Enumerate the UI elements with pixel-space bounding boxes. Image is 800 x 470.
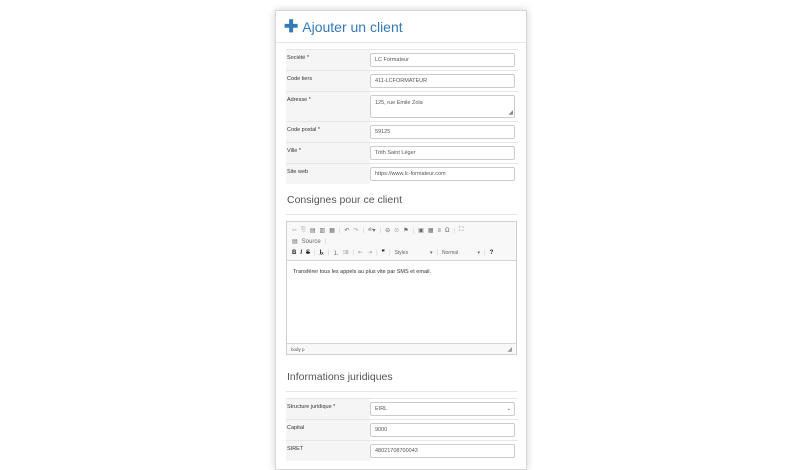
paste-text-icon[interactable]: ▥ xyxy=(320,227,326,234)
structure-label: Structure juridique * xyxy=(287,404,336,410)
form-row-ville: Ville * Trith Saint Léger xyxy=(286,142,518,163)
consignes-section-title: Consignes pour ce client xyxy=(286,184,518,215)
form-row-societe: Société * LC Formateur xyxy=(286,49,518,70)
societe-label: Société * xyxy=(287,55,310,61)
form-row-code-tiers: Code tiers 411-LCFORMATEUR xyxy=(286,70,518,91)
link-icon[interactable]: ⊖ xyxy=(385,227,390,234)
source-icon[interactable]: ▤ xyxy=(292,238,298,245)
numbered-list-icon[interactable]: ⒈ xyxy=(333,248,339,257)
editor-toolbar: ✂ ⎘ ▤ ▥ ▦ | ↶ ↷ | ᵃᵇ▾ | ⊖ ⊘ ⚑ | ▣ ▦ ≡ Ω … xyxy=(292,227,494,257)
styles-dropdown[interactable]: Styles ▾ xyxy=(394,250,432,256)
editor-statusbar: body p ◢ xyxy=(287,344,516,354)
code-tiers-input[interactable]: 411-LCFORMATEUR xyxy=(370,74,515,88)
anchor-icon[interactable]: ⚑ xyxy=(403,227,408,234)
remove-format-icon[interactable]: I̲ₓ xyxy=(320,250,324,256)
copy-icon[interactable]: ⎘ xyxy=(301,227,306,234)
spellcheck-icon[interactable]: ᵃᵇ▾ xyxy=(368,227,376,234)
code-postal-input[interactable]: 59125 xyxy=(370,125,515,139)
form-row-adresse: Adresse * 125, rue Emile Zola ◢ xyxy=(286,91,518,121)
societe-input[interactable]: LC Formateur xyxy=(370,53,515,67)
form-row-site-web: Site web https://www.lc-formateur.com xyxy=(286,163,518,184)
indent-icon[interactable]: ⇥ xyxy=(367,249,372,256)
rich-text-editor: ✂ ⎘ ▤ ▥ ▦ | ↶ ↷ | ᵃᵇ▾ | ⊖ ⊘ ⚑ | ▣ ▦ ≡ Ω … xyxy=(286,221,517,355)
bold-icon[interactable]: B xyxy=(292,250,296,256)
strike-icon[interactable]: S xyxy=(306,250,310,256)
capital-input[interactable]: 9000 xyxy=(370,423,515,437)
paste-icon[interactable]: ▤ xyxy=(310,227,316,234)
italic-icon[interactable]: I xyxy=(300,250,302,256)
site-web-label: Site web xyxy=(287,169,309,175)
cut-icon[interactable]: ✂ xyxy=(292,227,297,234)
structure-value: EIRL xyxy=(375,406,388,412)
undo-icon[interactable]: ↶ xyxy=(344,227,349,234)
unlink-icon[interactable]: ⊘ xyxy=(394,227,399,234)
form-row-structure: Structure juridique * EIRL ⌄ xyxy=(286,398,518,419)
juridique-section-title: Informations juridiques xyxy=(286,355,518,392)
outdent-icon[interactable]: ⇤ xyxy=(358,249,363,256)
source-button[interactable]: Source xyxy=(302,239,321,245)
chevron-down-icon: ▾ xyxy=(429,249,433,256)
bullet-list-icon[interactable]: ⁝≡ xyxy=(343,249,348,256)
form-row-capital: Capital 9000 xyxy=(286,419,518,440)
client-form: Société * LC Formateur Code tiers 411-LC… xyxy=(286,49,518,461)
structure-select[interactable]: EIRL ⌄ xyxy=(370,402,515,416)
styles-label: Styles xyxy=(394,249,409,256)
capital-label: Capital xyxy=(287,425,305,431)
panel-header: ✚ Ajouter un client xyxy=(276,11,526,43)
table-icon[interactable]: ▦ xyxy=(428,227,434,234)
help-icon[interactable]: ? xyxy=(490,250,494,256)
special-char-icon[interactable]: Ω xyxy=(445,228,450,234)
plus-icon: ✚ xyxy=(284,17,299,36)
paste-word-icon[interactable]: ▦ xyxy=(329,227,335,234)
ville-label: Ville * xyxy=(287,148,301,154)
adresse-label: Adresse * xyxy=(287,97,311,103)
format-label: Normal xyxy=(442,249,459,256)
form-row-code-postal: Code postal * 59125 xyxy=(286,121,518,142)
image-icon[interactable]: ▣ xyxy=(418,227,424,234)
resize-handle-icon[interactable]: ◢ xyxy=(507,346,512,353)
chevron-down-icon: ▾ xyxy=(477,249,481,256)
page-title: Ajouter un client xyxy=(302,18,403,35)
resize-handle-icon[interactable]: ◢ xyxy=(508,110,513,116)
ville-input[interactable]: Trith Saint Léger xyxy=(370,146,515,160)
redo-icon[interactable]: ↷ xyxy=(353,227,358,234)
chevron-down-icon: ⌄ xyxy=(506,406,511,412)
maximize-icon[interactable]: ⛶ xyxy=(459,227,463,234)
form-row-siret: SIRET 48021708700043 xyxy=(286,440,518,461)
code-tiers-label: Code tiers xyxy=(287,76,313,82)
add-client-panel: ✚ Ajouter un client Société * LC Formate… xyxy=(275,10,527,470)
editor-content[interactable]: Transférer tous les appels au plus vite … xyxy=(287,260,516,344)
blockquote-icon[interactable]: ❞ xyxy=(382,249,385,256)
adresse-textarea[interactable]: 125, rue Emile Zola ◢ xyxy=(370,95,515,118)
horizontal-line-icon[interactable]: ≡ xyxy=(437,228,441,234)
element-path[interactable]: body p xyxy=(291,347,305,352)
site-web-input[interactable]: https://www.lc-formateur.com xyxy=(370,167,515,181)
siret-label: SIRET xyxy=(287,446,304,452)
adresse-value: 125, rue Emile Zola xyxy=(375,100,423,106)
format-dropdown[interactable]: Normal ▾ xyxy=(442,250,480,256)
siret-input[interactable]: 48021708700043 xyxy=(370,444,515,458)
code-postal-label: Code postal * xyxy=(287,127,321,133)
